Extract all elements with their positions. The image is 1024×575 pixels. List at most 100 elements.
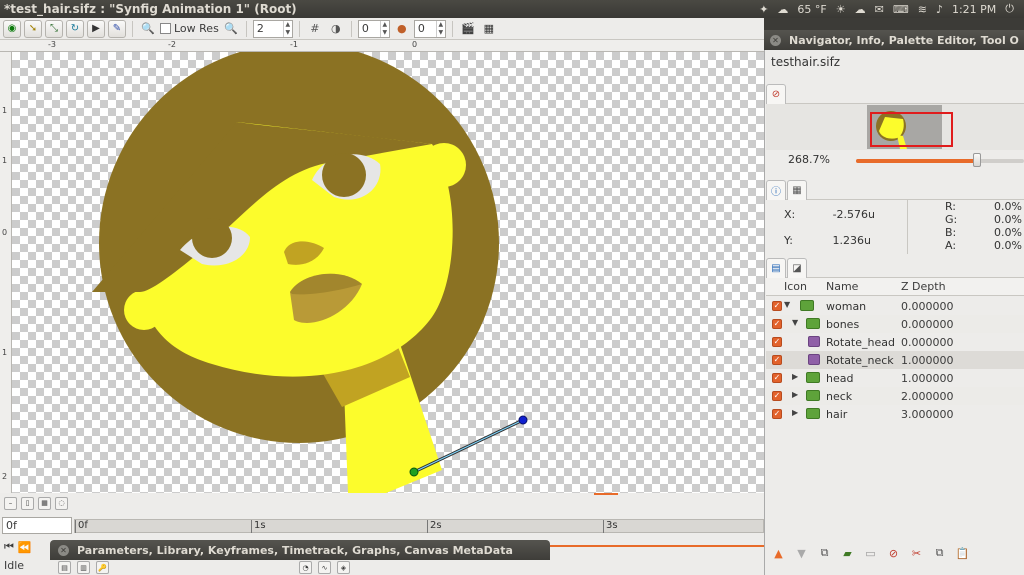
copy-icon[interactable]: ⧉ <box>933 546 946 560</box>
layer-checkbox[interactable]: ✓ <box>772 409 782 419</box>
bone-tip-handle[interactable] <box>518 415 528 425</box>
smooth-move-tool-icon[interactable]: ➘ <box>24 19 42 38</box>
mirror-tool-icon[interactable]: ▶ <box>87 19 105 38</box>
delete-layer-icon[interactable]: ⊘ <box>887 547 900 560</box>
preview-icon[interactable]: ▦ <box>480 20 498 38</box>
wifi-icon[interactable]: ≋ <box>918 3 927 16</box>
cut-icon[interactable]: ✂ <box>910 547 923 560</box>
keyframes-tab-icon[interactable]: 🔑 <box>96 561 109 574</box>
weather-icon[interactable]: ☁ <box>777 3 788 16</box>
layer-checkbox[interactable]: ✓ <box>772 337 782 347</box>
folder-icon <box>806 408 820 419</box>
graphs-tab-icon[interactable]: ∿ <box>318 561 331 574</box>
onion-icon: ● <box>397 22 407 35</box>
layer-row-rotate-head[interactable]: ✓ Rotate_head 0.000000 <box>766 333 1024 351</box>
expander-open-icon[interactable]: ▼ <box>784 300 790 309</box>
onion-skin-icon[interactable]: ◑ <box>327 20 345 38</box>
canvas-toolbar: ◉ ➘ ⤡ ↻ ▶ ✎ 🔍 Low Res 🔍 2 ▲ ▼ # ◑ 0 ▲ ▼ ● 0 ▲… <box>0 18 764 40</box>
layer-row-woman[interactable]: ✓ ▼ woman 0.000000 <box>766 297 1024 315</box>
render-icon[interactable]: 🎬 <box>459 20 477 38</box>
zoom-slider-handle[interactable] <box>973 153 981 167</box>
time-ruler[interactable]: 0f 1s 2s 3s <box>74 519 764 533</box>
col-icon-header[interactable]: Icon <box>784 280 807 293</box>
layer-row-neck[interactable]: ✓ ▶ neck 2.000000 <box>766 387 1024 405</box>
layer-row-head[interactable]: ✓ ▶ head 1.000000 <box>766 369 1024 387</box>
zoom-out-icon[interactable]: 🔍 <box>139 20 157 38</box>
library-tab-icon[interactable]: ▥ <box>77 561 90 574</box>
duplicate-layer-icon[interactable]: ⧉ <box>818 546 831 560</box>
raise-layer-icon[interactable]: ▲ <box>772 547 785 560</box>
layer-checkbox[interactable]: ✓ <box>772 301 782 311</box>
layer-name: bones <box>826 318 860 331</box>
timetrack-tab-icon[interactable]: ◔ <box>299 561 312 574</box>
seek-prev-keyframe-icon[interactable]: ⏪ <box>18 541 32 554</box>
power-icon[interactable]: ⏻ <box>1005 2 1014 16</box>
mail-icon[interactable]: ✉ <box>875 3 884 16</box>
dropbox-icon[interactable]: ✦ <box>759 3 768 16</box>
weather-temp[interactable]: 65 °F <box>797 3 826 16</box>
seek-begin-icon[interactable]: ⏮ <box>4 540 14 554</box>
zoom-in-icon[interactable]: 🔍 <box>222 20 240 38</box>
resolution-stepper[interactable]: 2 ▲ ▼ <box>252 19 293 38</box>
onion-future-stepper[interactable]: 0 ▲ ▼ <box>413 19 446 38</box>
navigator-viewport-rect[interactable] <box>870 112 953 147</box>
info-g-label: G: <box>945 213 958 226</box>
brightness-icon[interactable]: ☀ <box>836 3 846 16</box>
right-panel-titlebar[interactable]: ✕ Navigator, Info, Palette Editor, Tool … <box>764 30 1024 50</box>
current-time-field[interactable]: 0f <box>2 517 72 534</box>
draw-tool-icon[interactable]: ✎ <box>108 19 126 38</box>
file-tab[interactable]: testhair.sifz <box>766 53 1024 71</box>
params-tab-icon[interactable]: ▤ <box>58 561 71 574</box>
sets-tab-icon[interactable]: ◪ <box>787 258 807 278</box>
info-x-value: -2.576u <box>832 208 875 221</box>
keyframe-lock-icon[interactable]: ▯ <box>21 496 34 510</box>
grid-snap-icon[interactable]: ▦ <box>38 496 51 510</box>
palette-tab-icon[interactable]: ▦ <box>787 180 807 200</box>
layer-checkbox[interactable]: ✓ <box>772 373 782 383</box>
low-res-toggle[interactable]: Low Res <box>160 22 219 35</box>
clock[interactable]: 1:21 PM <box>952 3 996 16</box>
close-icon[interactable]: ✕ <box>770 34 781 46</box>
info-g-value: 0.0% <box>994 213 1022 226</box>
col-name-header[interactable]: Name <box>826 280 858 293</box>
metadata-tab-icon[interactable]: ◈ <box>337 561 350 574</box>
expander-closed-icon[interactable]: ▶ <box>792 372 798 381</box>
layer-checkbox[interactable]: ✓ <box>772 319 782 329</box>
onion-past-stepper[interactable]: 0 ▲ ▼ <box>357 19 390 38</box>
layer-row-bones[interactable]: ✓ ▼ bones 0.000000 <box>766 315 1024 333</box>
navigator-tab-icon[interactable]: ⊘ <box>766 84 786 104</box>
paste-icon[interactable]: 📋 <box>956 547 970 560</box>
transform-tool-icon[interactable]: ◉ <box>3 19 21 38</box>
expander-open-icon[interactable]: ▼ <box>792 318 798 327</box>
volume-icon[interactable]: ♪ <box>936 3 943 16</box>
info-tabs: ⓘ ▦ <box>766 180 1024 200</box>
layer-name: neck <box>826 390 853 403</box>
close-icon[interactable]: ✕ <box>58 544 69 556</box>
bone-origin-handle[interactable] <box>409 467 419 477</box>
layer-checkbox[interactable]: ✓ <box>772 391 782 401</box>
layer-row-rotate-neck[interactable]: ✓ Rotate_neck 1.000000 <box>766 351 1024 369</box>
time-slider-track[interactable] <box>550 545 764 547</box>
keyboard-icon[interactable]: ⌨ <box>893 3 909 16</box>
toggle-animation-icon[interactable]: – <box>4 496 17 510</box>
layers-tab-icon[interactable]: ▤ <box>766 258 786 278</box>
layer-row-hair[interactable]: ✓ ▶ hair 3.000000 <box>766 405 1024 423</box>
low-res-checkbox[interactable] <box>160 23 171 34</box>
rotate-tool-icon[interactable]: ↻ <box>66 19 84 38</box>
cloud-icon[interactable]: ☁ <box>855 3 866 16</box>
info-r-value: 0.0% <box>994 200 1022 213</box>
group-layer-icon[interactable]: ▰ <box>841 547 854 560</box>
layer-checkbox[interactable]: ✓ <box>772 355 782 365</box>
expander-closed-icon[interactable]: ▶ <box>792 408 798 417</box>
expander-closed-icon[interactable]: ▶ <box>792 390 798 399</box>
col-depth-header[interactable]: Z Depth <box>901 280 946 293</box>
onion-toggle-icon[interactable]: ◌ <box>55 496 68 510</box>
lower-layer-icon[interactable]: ▼ <box>795 547 808 560</box>
grid-icon[interactable]: # <box>306 20 324 38</box>
params-panel-titlebar[interactable]: ✕ Parameters, Library, Keyframes, Timetr… <box>50 540 550 560</box>
canvas-area[interactable] <box>12 52 764 493</box>
info-tab-icon[interactable]: ⓘ <box>766 180 786 200</box>
encapsulate-icon[interactable]: ▭ <box>864 547 877 560</box>
layer-depth: 3.000000 <box>901 408 954 421</box>
scale-tool-icon[interactable]: ⤡ <box>45 19 63 38</box>
